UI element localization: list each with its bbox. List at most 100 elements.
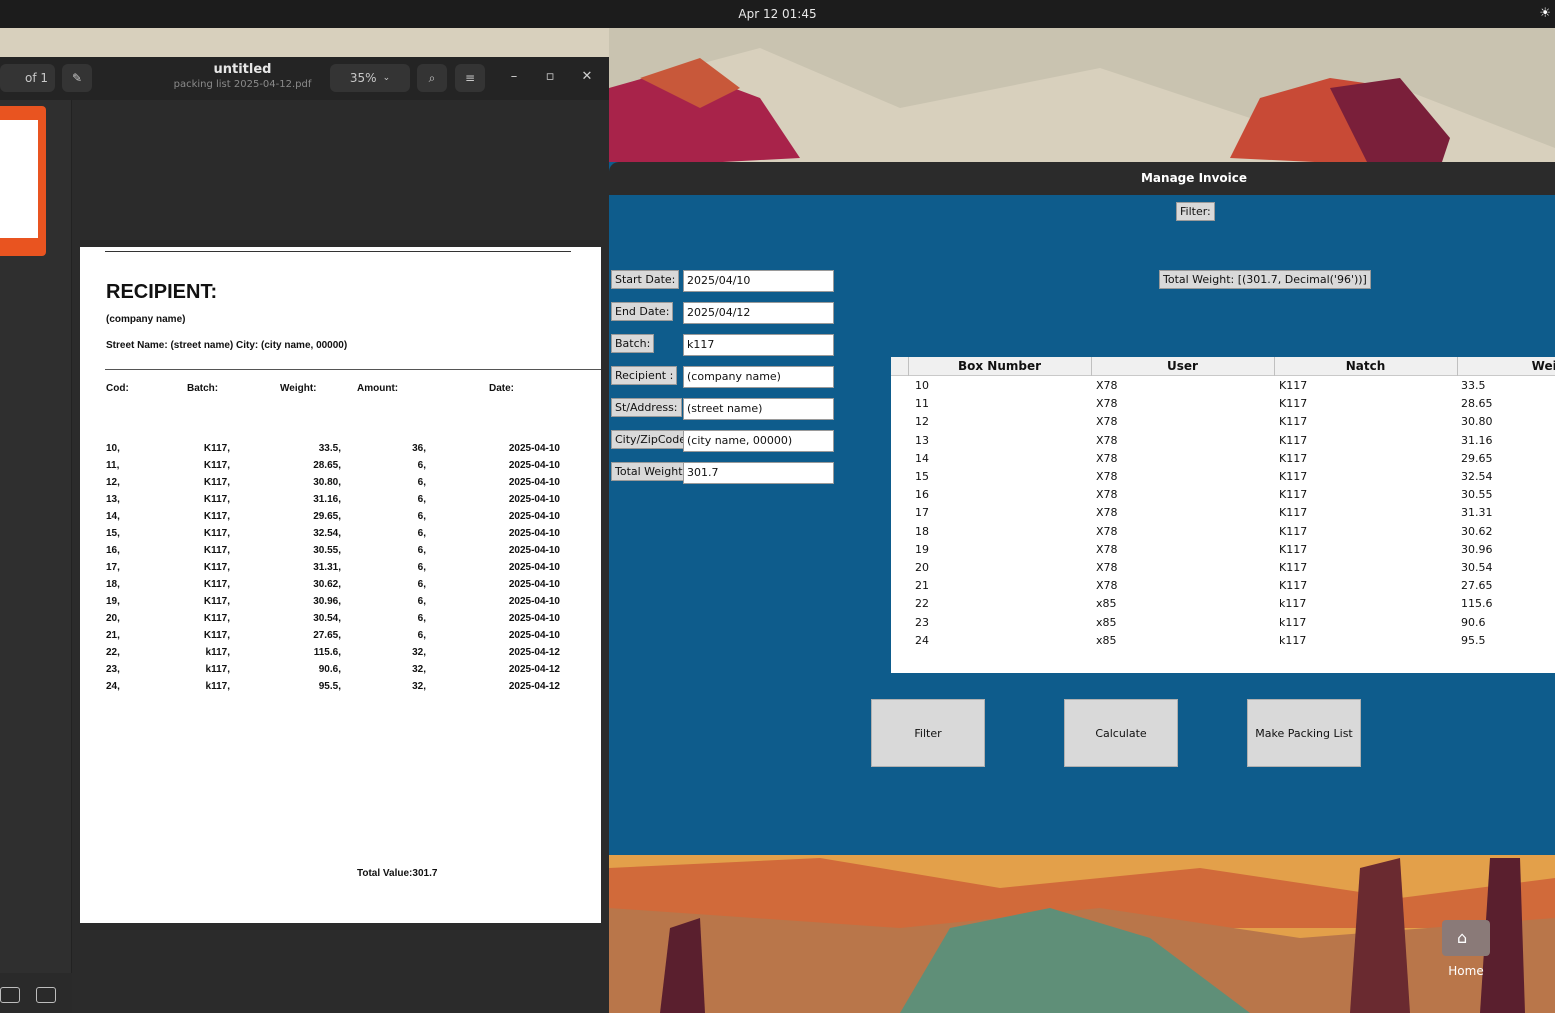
thumbnails-icon[interactable]	[0, 987, 20, 1003]
table-row[interactable]: 18 X78 K117 30.62	[891, 523, 1555, 541]
table-row[interactable]: 12 X78 K117 30.80	[891, 413, 1555, 431]
field-input[interactable]: (company name)	[683, 366, 834, 388]
clock[interactable]: Apr 12 01:45	[0, 7, 1555, 21]
pdf-cell: K117,	[203, 630, 230, 641]
table-row[interactable]: 13 X78 K117 31.16	[891, 432, 1555, 450]
pdf-row: 23, k117, 90.6, 32, 2025-04-12	[80, 664, 601, 681]
column-header-user[interactable]: User	[1091, 359, 1274, 373]
table-cell: 15	[915, 470, 929, 483]
field-input[interactable]: k117	[683, 334, 834, 356]
pdf-cell: 6,	[417, 494, 426, 505]
table-row[interactable]: 23 x85 k117 90.6	[891, 614, 1555, 632]
annotate-button[interactable]: ✎	[62, 64, 92, 92]
table-cell: K117	[1279, 451, 1308, 465]
top-bar: Apr 12 01:45 ☀	[0, 0, 1555, 28]
home-folder-desktop-icon[interactable]: ⌂ Home	[1440, 918, 1492, 978]
calculate-button[interactable]: Calculate	[1064, 699, 1178, 767]
field-input[interactable]: (city name, 00000)	[683, 430, 834, 452]
manage-invoice-window: Manage Invoice Filter: Total Weight: [(3…	[609, 162, 1555, 855]
minimize-button[interactable]: –	[505, 69, 523, 84]
maximize-button[interactable]: ▫	[541, 69, 559, 84]
pdf-cell: 6,	[417, 596, 426, 607]
pdf-cell: 6,	[417, 630, 426, 641]
system-menu-icon[interactable]: ☀	[1539, 6, 1551, 21]
table-cell: 95.5	[1461, 633, 1486, 647]
pdf-cell: 30.62,	[313, 579, 341, 590]
search-icon: ⌕	[428, 70, 436, 85]
column-header: Date:	[489, 383, 515, 394]
table-row[interactable]: 22 x85 k117 115.6	[891, 595, 1555, 613]
table-cell: 18	[915, 524, 929, 538]
field-input[interactable]: 301.7	[683, 462, 834, 484]
filter-button[interactable]: Filter	[871, 699, 985, 767]
field-input[interactable]: 2025/04/12	[683, 302, 834, 324]
pdf-cell: K117,	[203, 545, 230, 556]
table-row[interactable]: 14 X78 K117 29.65	[891, 450, 1555, 468]
page-thumbnail-selected[interactable]	[0, 106, 46, 256]
make-packing-list-button[interactable]: Make Packing List	[1247, 699, 1361, 767]
table-cell: X78	[1096, 470, 1118, 483]
field-input[interactable]: 2025/04/10	[683, 270, 834, 292]
table-row[interactable]: 24 x85 k117 95.5	[891, 632, 1555, 650]
pdf-cell: 22,	[106, 647, 120, 658]
table-cell: 24	[915, 633, 929, 647]
field-input[interactable]: (street name)	[683, 398, 834, 420]
table-cell: 12	[915, 415, 929, 429]
table-cell: 17	[915, 506, 929, 520]
pdf-cell: 33.5,	[318, 443, 341, 454]
pdf-cell: 11,	[106, 460, 120, 471]
page-counter[interactable]: of 1	[0, 64, 55, 92]
table-cell: 29.65	[1461, 451, 1493, 465]
table-cell: 10	[915, 379, 929, 392]
thumbnail-sidebar	[0, 100, 72, 1013]
table-row[interactable]: 19 X78 K117 30.96	[891, 541, 1555, 559]
total-value: Total Value:301.7	[357, 868, 438, 879]
pdf-cell: 95.5,	[318, 681, 341, 692]
table-row[interactable]: 21 X78 K117 27.65	[891, 577, 1555, 595]
menu-button[interactable]: ≡	[455, 64, 485, 92]
table-cell: k117	[1279, 615, 1307, 629]
recipient-heading: RECIPIENT:	[106, 281, 218, 303]
table-row[interactable]: 20 X78 K117 30.54	[891, 559, 1555, 577]
table-cell: K117	[1279, 542, 1308, 556]
column-header-box-number[interactable]: Box Number	[908, 359, 1091, 373]
pdf-row: 13, K117, 31.16, 6, 2025-04-10	[80, 494, 601, 511]
pdf-row: 24, k117, 95.5, 32, 2025-04-12	[80, 681, 601, 698]
pdf-cell: 28.65,	[313, 460, 341, 471]
table-cell: X78	[1096, 542, 1118, 556]
pdf-cell: k117,	[205, 647, 230, 658]
pdf-cell: 6,	[417, 511, 426, 522]
pdf-cell: 10,	[106, 443, 120, 454]
column-header-weight[interactable]: Weig	[1457, 359, 1555, 373]
table-cell: 30.62	[1461, 524, 1493, 538]
table-cell: 27.65	[1461, 579, 1493, 593]
home-label: Home	[1448, 964, 1484, 978]
outline-icon[interactable]	[36, 987, 56, 1003]
table-cell: 31.31	[1461, 506, 1493, 520]
table-cell: k117	[1279, 597, 1307, 611]
search-button[interactable]: ⌕	[417, 64, 447, 92]
table-row[interactable]: 16 X78 K117 30.55	[891, 486, 1555, 504]
pdf-cell: K117,	[203, 443, 230, 454]
column-header-natch[interactable]: Natch	[1274, 359, 1457, 373]
pdf-cell: K117,	[203, 579, 230, 590]
divider	[105, 369, 601, 370]
pdf-cell: 31.31,	[313, 562, 341, 573]
table-cell: 30.55	[1461, 488, 1493, 502]
table-cell: 30.96	[1461, 542, 1493, 556]
page-thumbnail[interactable]	[0, 120, 38, 238]
invoice-table[interactable]: Box Number User Natch Weig 10 X78 K117 33.5…	[891, 357, 1555, 673]
filter-label: Filter:	[1176, 202, 1215, 221]
table-row[interactable]: 10 X78 K117 33.5	[891, 377, 1555, 395]
pdf-cell: 30.54,	[313, 613, 341, 624]
table-row[interactable]: 11 X78 K117 28.65	[891, 395, 1555, 413]
pdf-cell: 90.6,	[318, 664, 341, 675]
table-cell: 21	[915, 579, 929, 593]
pdf-row: 21, K117, 27.65, 6, 2025-04-10	[80, 630, 601, 647]
zoom-dropdown[interactable]: 35% ⌄	[330, 64, 410, 92]
pdf-cell: 2025-04-10	[508, 443, 560, 454]
table-row[interactable]: 17 X78 K117 31.31	[891, 504, 1555, 522]
pdf-cell: 31.16,	[313, 494, 341, 505]
close-button[interactable]: ✕	[578, 69, 596, 84]
table-row[interactable]: 15 X78 K117 32.54	[891, 468, 1555, 486]
